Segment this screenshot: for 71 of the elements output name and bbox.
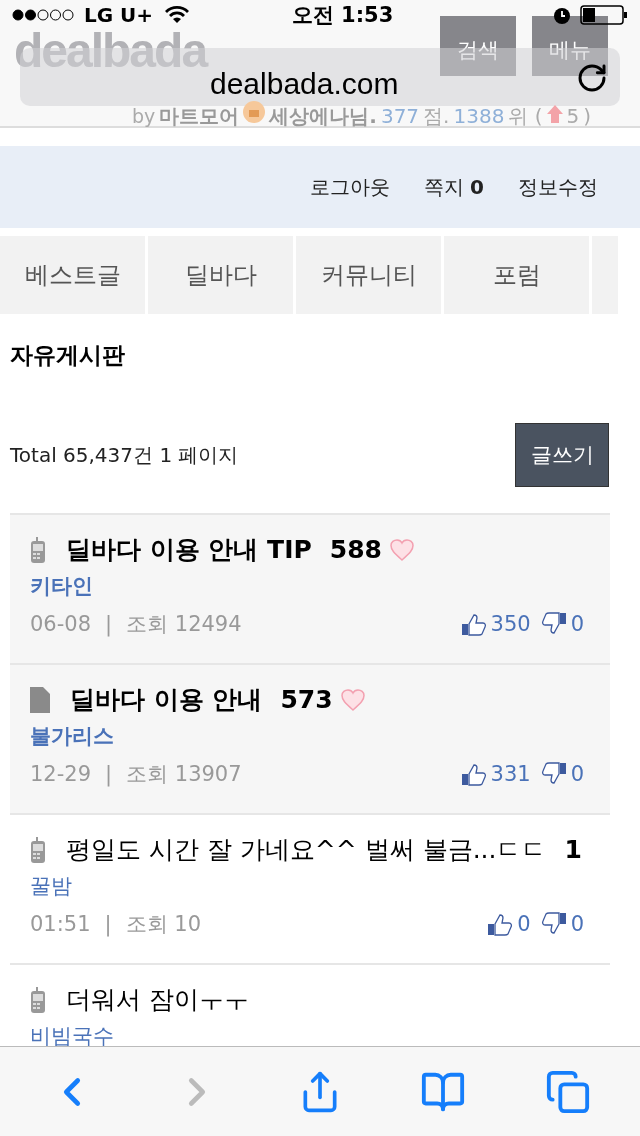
thumbs-up-icon bbox=[460, 762, 487, 786]
category-tab[interactable]: 커뮤니티 bbox=[296, 236, 441, 314]
post-title[interactable]: 딜바다 이용 안내 bbox=[70, 683, 263, 716]
post-date: 12-29 bbox=[30, 762, 92, 786]
level-badge-icon bbox=[243, 101, 266, 123]
tabs-button[interactable] bbox=[544, 1068, 591, 1115]
rank-unit: 위 ( bbox=[508, 106, 543, 126]
mobile-phone-icon bbox=[30, 536, 46, 563]
post-item[interactable]: 딜바다 이용 안내 573 불가리스 12-29 | 조회 13907 331 0 bbox=[10, 665, 610, 815]
thumbs-down-icon bbox=[540, 612, 567, 636]
like-count: 350 bbox=[490, 612, 531, 636]
write-button[interactable]: 글쓰기 bbox=[515, 423, 609, 487]
heart-icon bbox=[390, 538, 414, 561]
comment-count: 1 bbox=[564, 835, 582, 864]
post-item[interactable]: 딜바다 이용 안내 TIP 588 키타인 06-08 | 조회 12494 350 0 bbox=[10, 515, 610, 665]
user-nickname: 마트모어 bbox=[159, 106, 240, 126]
post-title[interactable]: 딜바다 이용 안내 TIP bbox=[66, 533, 312, 566]
post-author[interactable]: 꿀밤 bbox=[30, 872, 590, 900]
account-link[interactable]: 정보수정 bbox=[518, 173, 598, 201]
carrier-name: LG U+ bbox=[84, 3, 154, 27]
meta-separator: | bbox=[105, 762, 113, 786]
account-link[interactable]: 쪽지 0 bbox=[423, 173, 484, 201]
mobile-phone-icon bbox=[30, 836, 46, 863]
post-title[interactable]: 평일도 시간 잘 가네요^^ 벌써 불금...ㄷㄷ bbox=[66, 833, 547, 866]
dislike-count: 0 bbox=[570, 612, 584, 636]
post-author[interactable]: 비빔국수 bbox=[30, 1022, 590, 1046]
thumbs-up-icon bbox=[460, 612, 487, 636]
post-author[interactable]: 키타인 bbox=[30, 572, 590, 600]
meta-separator: | bbox=[104, 912, 112, 936]
heart-icon bbox=[340, 688, 365, 711]
battery-icon bbox=[580, 5, 628, 25]
user-name: 세상에나님. bbox=[269, 106, 377, 126]
post-title[interactable]: 더워서 잠이ㅜㅜ bbox=[66, 983, 249, 1016]
category-tab[interactable]: 포럼 bbox=[444, 236, 589, 314]
rank-change: 5 bbox=[566, 106, 580, 126]
points-value: 377 bbox=[380, 106, 420, 126]
thumbs-down-icon bbox=[540, 762, 567, 786]
category-tab[interactable]: 딜바다 bbox=[148, 236, 293, 314]
post-author[interactable]: 불가리스 bbox=[30, 722, 590, 750]
rank-close: ) bbox=[583, 106, 592, 126]
mobile-phone-icon bbox=[30, 986, 46, 1013]
thumbs-up-icon bbox=[487, 912, 514, 936]
up-arrow-icon bbox=[546, 105, 563, 123]
dislike-count: 0 bbox=[570, 762, 584, 786]
account-link[interactable]: 로그아웃 bbox=[309, 173, 390, 201]
status-time: 오전 1:53 bbox=[291, 2, 395, 29]
post-date: 06-08 bbox=[30, 612, 92, 636]
thumbs-down-icon bbox=[540, 912, 567, 936]
post-total: Total 65,437건 1 페이지 bbox=[10, 441, 239, 469]
view-count: 조회 10 bbox=[125, 911, 201, 938]
page-url: dealbada.com bbox=[210, 69, 399, 99]
board-title: 자유게시판 bbox=[9, 341, 126, 370]
by-label: by bbox=[132, 107, 156, 126]
like-count: 0 bbox=[517, 912, 531, 936]
category-tab[interactable]: 베스트글 bbox=[0, 236, 145, 314]
dislike-count: 0 bbox=[570, 912, 584, 936]
reload-icon[interactable] bbox=[576, 62, 608, 94]
alarm-clock-icon bbox=[552, 5, 572, 25]
signal-strength-icon bbox=[12, 9, 76, 21]
like-count: 331 bbox=[490, 762, 531, 786]
post-date: 01:51 bbox=[30, 912, 91, 936]
view-count: 조회 12494 bbox=[126, 611, 242, 638]
comment-count: 588 bbox=[329, 535, 382, 564]
document-icon bbox=[30, 686, 50, 713]
points-unit: 점. bbox=[423, 106, 450, 126]
meta-separator: | bbox=[105, 612, 113, 636]
rank-value: 1388 bbox=[453, 106, 505, 126]
wifi-icon bbox=[165, 6, 190, 24]
site-logo: dealbada bbox=[14, 32, 207, 70]
comment-count: 573 bbox=[280, 685, 333, 714]
view-count: 조회 13907 bbox=[126, 761, 242, 788]
